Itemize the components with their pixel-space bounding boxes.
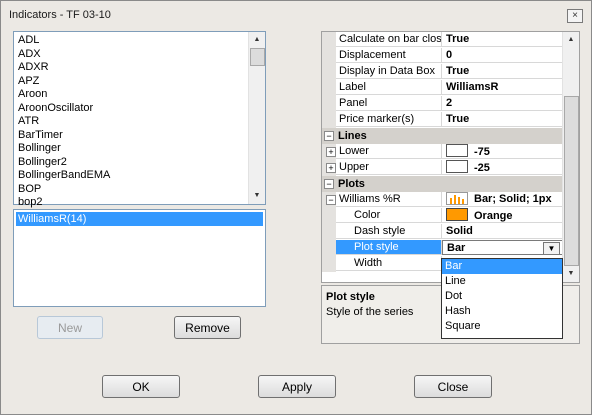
prop-value[interactable]: True <box>442 64 563 79</box>
plot-style-dropdown-list[interactable]: Bar Line Dot Hash Square <box>441 258 563 339</box>
indicator-list-item[interactable]: ADL <box>18 34 110 48</box>
expand-icon[interactable]: + <box>326 163 336 173</box>
applied-indicators-list[interactable]: WilliamsR(14) <box>13 209 266 307</box>
prop-row-upper[interactable]: + Upper -25 <box>322 160 563 176</box>
indicator-list-item[interactable]: ADX <box>18 48 110 62</box>
dropdown-option[interactable]: Line <box>442 274 562 289</box>
dropdown-option[interactable]: Dot <box>442 289 562 304</box>
prop-row-dash-style[interactable]: Dash style Solid <box>322 224 563 240</box>
prop-row-displacement[interactable]: Displacement 0 <box>322 48 563 64</box>
title-bar: Indicators - TF 03-10 × <box>1 1 591 29</box>
dropdown-option[interactable]: Hash <box>442 304 562 319</box>
prop-name: Lower <box>336 144 442 159</box>
indicator-list-item[interactable]: Bollinger <box>18 142 110 156</box>
indicator-items: ADL ADX ADXR APZ Aroon AroonOscillator ATR BarT… <box>18 34 110 210</box>
indicator-list-item[interactable]: ATR <box>18 115 110 129</box>
new-button[interactable]: New <box>37 316 103 339</box>
property-grid-scrollbar[interactable]: ▲ ▼ <box>562 32 579 282</box>
close-button[interactable]: Close <box>414 375 492 398</box>
remove-button[interactable]: Remove <box>174 316 241 339</box>
prop-name: Calculate on bar close <box>336 32 442 47</box>
prop-row-label[interactable]: Label WilliamsR <box>322 80 563 96</box>
prop-row-plot-style[interactable]: Plot style Bar ▼ <box>322 240 563 256</box>
prop-name: Displacement <box>336 48 442 63</box>
prop-name: Color <box>336 208 442 223</box>
dropdown-option[interactable]: Square <box>442 319 562 334</box>
chevron-down-icon[interactable]: ▼ <box>543 242 560 254</box>
prop-name: Display in Data Box <box>336 64 442 79</box>
indicator-list[interactable]: ADL ADX ADXR APZ Aroon AroonOscillator ATR BarT… <box>13 31 266 208</box>
scroll-up-icon[interactable]: ▲ <box>249 32 265 48</box>
prop-row-color[interactable]: Color Orange <box>322 208 563 224</box>
prop-value[interactable]: Bar; Solid; 1px <box>442 192 563 207</box>
indicator-list-item[interactable]: APZ <box>18 75 110 89</box>
prop-value[interactable]: 2 <box>442 96 563 111</box>
indicator-list-item[interactable]: AroonOscillator <box>18 102 110 116</box>
category-plots[interactable]: − Plots <box>322 176 563 192</box>
category-label: Plots <box>338 178 365 190</box>
bar-chart-icon <box>446 192 468 205</box>
help-description: Style of the series <box>326 306 414 318</box>
prop-value[interactable]: 0 <box>442 48 563 63</box>
ok-button[interactable]: OK <box>102 375 180 398</box>
dropdown-option[interactable]: Bar <box>442 259 562 274</box>
category-label: Lines <box>338 130 367 142</box>
prop-row-panel[interactable]: Panel 2 <box>322 96 563 112</box>
prop-value[interactable]: -75 <box>442 144 563 159</box>
prop-name: Price marker(s) <box>336 112 442 127</box>
indicator-list-scrollbar[interactable]: ▲ ▼ <box>248 32 265 204</box>
indicator-list-item[interactable]: BarTimer <box>18 129 110 143</box>
indicator-list-item[interactable]: BollingerBandEMA <box>18 169 110 183</box>
scroll-up-icon[interactable]: ▲ <box>563 32 579 48</box>
indicators-dialog: Indicators - TF 03-10 × ADL ADX ADXR APZ Aro… <box>0 0 592 415</box>
scroll-down-icon[interactable]: ▼ <box>563 266 579 282</box>
prop-name: Williams %R <box>336 192 442 207</box>
scroll-thumb[interactable] <box>250 48 265 66</box>
prop-name: Panel <box>336 96 442 111</box>
window-title: Indicators - TF 03-10 <box>9 9 111 21</box>
prop-row-display-in-data-box[interactable]: Display in Data Box True <box>322 64 563 80</box>
collapse-icon[interactable]: − <box>324 179 334 189</box>
prop-value[interactable]: Orange <box>442 208 563 223</box>
prop-row-calculate-on-bar-close[interactable]: Calculate on bar close True <box>322 32 563 48</box>
collapse-icon[interactable]: − <box>324 131 334 141</box>
help-title: Plot style <box>326 291 375 303</box>
color-swatch <box>446 208 468 221</box>
prop-name: Dash style <box>336 224 442 239</box>
plot-style-select[interactable]: Bar ▼ <box>442 240 563 255</box>
indicator-list-item[interactable]: BOP <box>18 183 110 197</box>
line-swatch-icon <box>446 144 468 157</box>
scroll-down-icon[interactable]: ▼ <box>249 188 265 204</box>
prop-row-lower[interactable]: + Lower -75 <box>322 144 563 160</box>
prop-row-price-markers[interactable]: Price marker(s) True <box>322 112 563 128</box>
scroll-thumb[interactable] <box>564 96 579 266</box>
property-grid[interactable]: Calculate on bar close True Displacement… <box>321 31 580 283</box>
prop-value[interactable]: True <box>442 32 563 47</box>
line-swatch-icon <box>446 160 468 173</box>
prop-value[interactable]: -25 <box>442 160 563 175</box>
category-lines[interactable]: − Lines <box>322 128 563 144</box>
prop-name: Width <box>336 256 442 271</box>
applied-indicator-item[interactable]: WilliamsR(14) <box>16 212 263 226</box>
prop-name: Upper <box>336 160 442 175</box>
indicator-list-item[interactable]: ADXR <box>18 61 110 75</box>
prop-row-williams-r[interactable]: − Williams %R Bar; Solid; 1px <box>322 192 563 208</box>
prop-value[interactable]: WilliamsR <box>442 80 563 95</box>
prop-name: Label <box>336 80 442 95</box>
indicator-list-item[interactable]: bop2 <box>18 196 110 210</box>
close-icon[interactable]: × <box>567 9 583 23</box>
indicator-list-item[interactable]: Aroon <box>18 88 110 102</box>
prop-value[interactable]: Solid <box>442 224 563 239</box>
collapse-icon[interactable]: − <box>326 195 336 205</box>
prop-value[interactable]: True <box>442 112 563 127</box>
expand-icon[interactable]: + <box>326 147 336 157</box>
apply-button[interactable]: Apply <box>258 375 336 398</box>
indicator-list-item[interactable]: Bollinger2 <box>18 156 110 170</box>
prop-name: Plot style <box>336 240 442 255</box>
